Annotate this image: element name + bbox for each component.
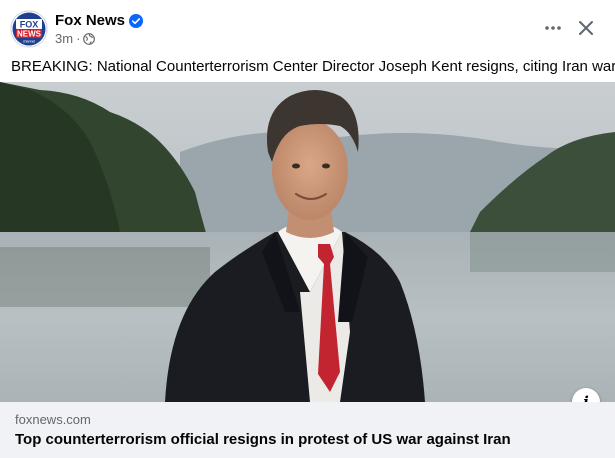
meta-separator: · — [76, 31, 81, 46]
post-image[interactable] — [0, 82, 615, 402]
fox-news-logo: FOX NEWS channel — [11, 11, 47, 47]
post-message: BREAKING: National Counterterrorism Cent… — [11, 58, 615, 75]
link-preview[interactable]: foxnews.com Top counterterrorism officia… — [0, 402, 615, 458]
news-feed-post: FOX NEWS channel Fox News 3m · BREAKING:… — [0, 0, 615, 458]
more-horizontal-icon — [545, 26, 561, 30]
page-name-row: Fox News — [55, 12, 144, 29]
logo-line1: FOX — [20, 20, 39, 30]
verified-badge-icon — [129, 13, 144, 28]
logo-line3: channel — [23, 40, 35, 44]
globe-icon — [83, 32, 96, 45]
link-title[interactable]: Top counterterrorism official resigns in… — [15, 431, 605, 448]
link-domain: foxnews.com — [15, 412, 91, 427]
page-avatar[interactable]: FOX NEWS channel — [11, 11, 47, 47]
more-options-button[interactable] — [537, 14, 569, 42]
news-photo — [0, 82, 615, 402]
post-header: FOX NEWS channel Fox News 3m · — [0, 0, 615, 52]
close-icon — [579, 21, 593, 35]
page-name[interactable]: Fox News — [55, 12, 125, 29]
close-button[interactable] — [571, 13, 601, 43]
post-timestamp[interactable]: 3m — [55, 31, 73, 46]
post-meta: 3m · — [55, 31, 96, 46]
logo-line2: NEWS — [17, 30, 42, 39]
